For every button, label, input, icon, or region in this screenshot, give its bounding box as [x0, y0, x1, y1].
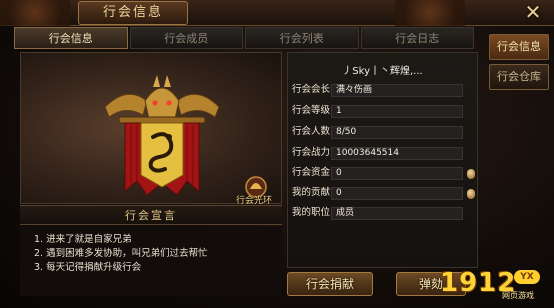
announcement-line: 3. 每天记得捐献升级行会 [34, 262, 142, 273]
watermark-subtitle: 网页游戏 [502, 291, 534, 300]
info-label-position: 我的职位: [292, 207, 334, 218]
info-label-power: 行会战力: [292, 147, 334, 158]
side-tab-guild-warehouse[interactable]: 行会仓库 [489, 64, 549, 90]
tab-guild-members[interactable]: 行会成员 [129, 27, 243, 49]
info-value-position: 成员 [331, 207, 463, 220]
dragon-ornament-left-icon [0, 0, 70, 26]
info-label-contribution: 我的贡献: [292, 187, 334, 198]
info-value-level: 1 [331, 105, 463, 118]
funds-info-icon[interactable] [467, 169, 475, 179]
info-label-funds: 行会资金: [292, 167, 334, 178]
info-value-contribution: 0 [331, 187, 463, 200]
side-tab-guild-info[interactable]: 行会信息 [489, 34, 549, 60]
tab-bar: 行会信息 行会成员 行会列表 行会日志 [14, 27, 476, 49]
donate-button[interactable]: 行会捐献 [287, 272, 373, 296]
info-value-funds: 0 [331, 167, 463, 180]
info-value-leader: 满々伤画 [331, 84, 463, 97]
close-button[interactable]: ✕ [520, 2, 546, 24]
announcement-header: 行会宣言 [20, 205, 282, 225]
announcement-title: 行会宣言 [125, 209, 177, 222]
announcement-line: 2. 遇到困难多发协助，叫兄弟们过去帮忙 [34, 248, 208, 259]
watermark-badge: YX [514, 270, 540, 284]
dragon-ornament-right-icon [395, 0, 465, 26]
title-bar: 行会信息 ✕ [0, 0, 554, 26]
dragon-banner-icon [104, 75, 220, 196]
guild-window: 行会信息 ✕ 行会信息 行会成员 行会列表 行会日志 行会信息 行会仓库 行会光… [0, 0, 554, 308]
info-label-level: 行会等级: [292, 105, 334, 116]
announcement-line: 1. 进来了就是自家兄弟 [34, 234, 132, 245]
info-label-members: 行会人数: [292, 126, 334, 137]
site-watermark: 1912 YX 网页游戏 [440, 268, 550, 304]
tab-guild-list[interactable]: 行会列表 [245, 27, 359, 49]
info-value-members: 8/50 [331, 126, 463, 139]
guild-name: 丿Sky丨丶辉煌,... [342, 66, 423, 77]
tab-guild-info[interactable]: 行会信息 [14, 27, 128, 49]
info-value-power: 10003645514 [331, 147, 463, 160]
contribution-info-icon[interactable] [467, 189, 475, 199]
info-label-leader: 行会会长: [292, 84, 334, 95]
tab-guild-log[interactable]: 行会日志 [360, 27, 474, 49]
window-title: 行会信息 [78, 1, 188, 25]
